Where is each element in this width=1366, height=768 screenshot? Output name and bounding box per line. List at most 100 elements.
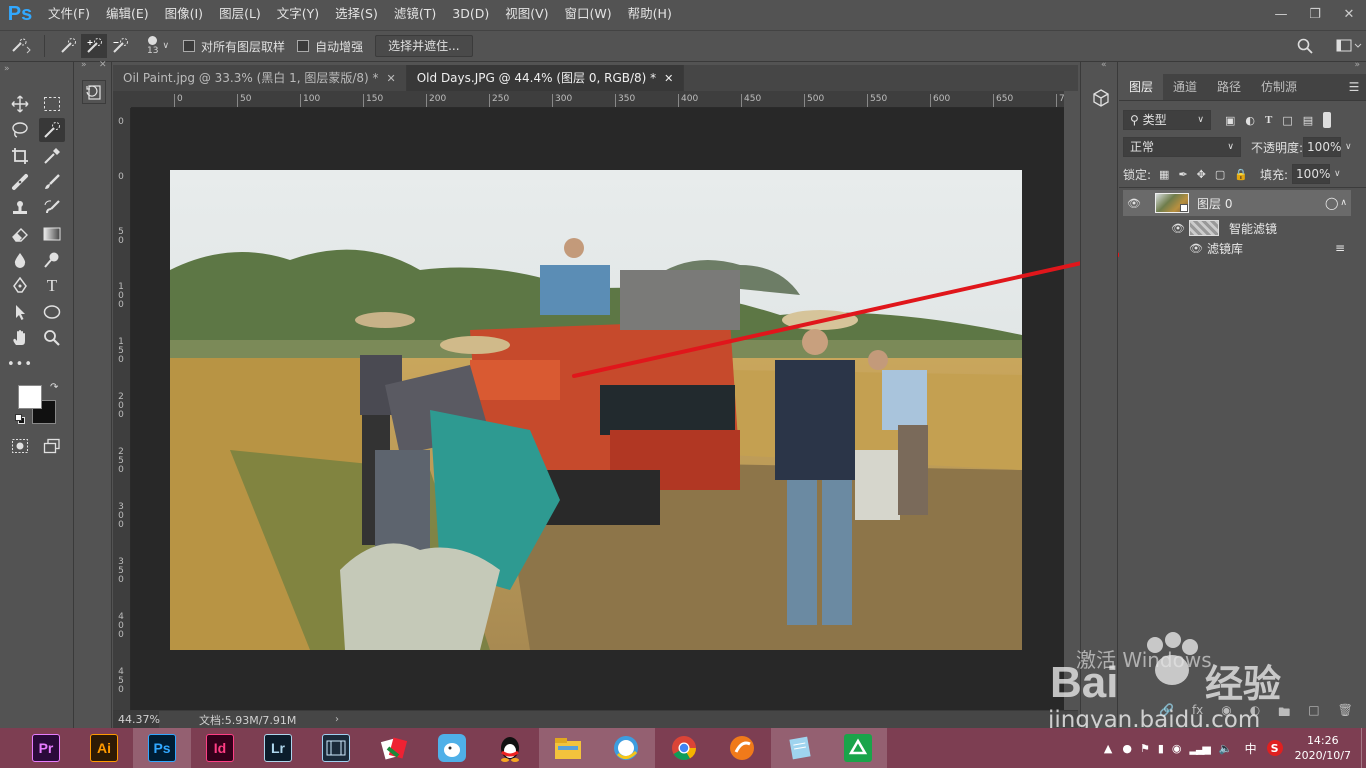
default-colors-icon[interactable] [15,414,25,424]
restore-button[interactable]: ❐ [1298,3,1332,25]
sample-all-layers-checkbox[interactable] [183,40,196,52]
layer-row-layer0[interactable]: 👁 图层 0 ◯ ∧ [1123,190,1351,216]
adjustment-filter-icon[interactable]: ◐ [1245,114,1255,127]
select-and-mask-button[interactable]: 选择并遮住... [375,35,473,57]
fill-input[interactable]: 100% [1292,164,1330,184]
qq-tray-icon[interactable]: ● [1122,742,1132,755]
tab-paths[interactable]: 路径 [1207,74,1251,100]
sogou-icon[interactable]: S [1266,740,1283,756]
vertical-ruler[interactable]: 0 0 5 0 1 0 0 1 5 0 2 0 0 2 5 0 3 0 0 3 5 0 4 0 0… [113,108,131,710]
panel-expand-icon[interactable]: » [1354,60,1360,70]
layer-name[interactable]: 图层 0 [1197,195,1232,212]
blend-mode-select[interactable]: 正常 ∨ [1123,137,1241,157]
menu-item-4[interactable]: 文字(Y) [269,0,327,28]
menu-item-10[interactable]: 帮助(H) [620,0,680,28]
battery-icon[interactable]: ▮ [1158,742,1164,755]
collapse-icon[interactable]: » [4,64,10,74]
visibility-eye-icon[interactable]: 👁 [1123,197,1145,210]
lock-image-icon[interactable]: ✒ [1178,168,1187,181]
eraser-tool[interactable] [7,222,33,246]
taskbar-browser-360[interactable] [597,728,655,768]
taskbar-premiere[interactable]: Pr [17,728,75,768]
lasso-tool[interactable] [7,118,33,142]
tab-oil-paint[interactable]: Oil Paint.jpg @ 33.3% (黑白 1, 图层蒙版/8) * ✕ [113,65,407,91]
tab-channels[interactable]: 通道 [1163,74,1207,100]
more-tools-button[interactable]: ••• [7,352,33,376]
zoom-level[interactable]: 44.37% [113,711,160,728]
visibility-eye-icon[interactable]: 👁 [1185,242,1207,255]
pen-tool[interactable] [7,274,33,298]
smart-object-filter-icon[interactable]: ▤ [1303,114,1313,127]
taskbar-notepad[interactable] [771,728,829,768]
type-tool[interactable]: T [39,274,65,298]
fx-icon[interactable]: fx [1192,703,1203,724]
hand-tool[interactable] [7,326,33,350]
taskbar-qq[interactable] [481,728,539,768]
show-hidden-icons[interactable]: ▲ [1104,742,1112,755]
collapse-icon[interactable]: « [1101,60,1107,70]
history-brush-tool[interactable] [39,196,65,220]
tab-clone-source[interactable]: 仿制源 [1251,74,1307,100]
gradient-tool[interactable] [39,222,65,246]
new-selection-button[interactable] [55,34,81,58]
opacity-input[interactable]: 100% [1303,137,1341,157]
menu-item-3[interactable]: 图层(L) [211,0,269,28]
new-layer-icon[interactable]: □ [1308,703,1319,724]
menu-item-5[interactable]: 选择(S) [327,0,386,28]
status-menu-icon[interactable]: › [335,714,339,725]
tray-app-icon[interactable]: ◉ [1172,742,1182,755]
search-button[interactable] [1292,34,1318,58]
foreground-color-swatch[interactable] [18,385,42,409]
ellipse-tool[interactable] [39,300,65,324]
layer-kind-filter[interactable]: ⚲ 类型 ∨ [1123,110,1211,130]
close-button[interactable]: ✕ [1332,3,1366,25]
3d-panel-button[interactable] [1089,86,1113,110]
chevron-down-icon[interactable]: ∨ [1345,142,1352,152]
screen-mode-button[interactable] [39,434,65,458]
taskbar-app-bird[interactable] [423,728,481,768]
marquee-tool[interactable] [39,92,65,116]
link-icon[interactable]: 🔗 [1159,703,1174,724]
menu-item-6[interactable]: 滤镜(T) [386,0,444,28]
taskbar-indesign[interactable]: Id [191,728,249,768]
history-panel-button[interactable] [82,80,106,104]
menu-item-9[interactable]: 窗口(W) [557,0,620,28]
network-flag-icon[interactable]: ⚑ [1140,742,1150,755]
taskbar-green-app[interactable] [829,728,887,768]
clone-stamp-tool[interactable] [7,196,33,220]
menu-item-0[interactable]: 文件(F) [40,0,98,28]
subtract-selection-button[interactable] [107,34,133,58]
brush-size-picker[interactable]: 13 ∨ [147,36,169,56]
lock-all-icon[interactable]: 🔒 [1234,168,1248,181]
move-tool[interactable] [7,92,33,116]
pixel-filter-icon[interactable]: ▣ [1225,114,1235,127]
lock-transparent-icon[interactable]: ▦ [1159,168,1169,181]
chevron-icon[interactable]: ∧ [1340,198,1347,208]
lock-position-icon[interactable]: ✥ [1197,168,1206,181]
path-selection-tool[interactable] [7,300,33,324]
wifi-signal-icon[interactable]: ▂▃▅ [1189,742,1210,755]
taskbar-file-explorer[interactable] [539,728,597,768]
taskbar-app-cards[interactable] [365,728,423,768]
visibility-eye-icon[interactable]: 👁 [1167,222,1189,235]
close-panel-icon[interactable]: ✕ [99,60,107,70]
filter-toggle[interactable] [1323,112,1332,128]
workspace-switcher[interactable] [1332,34,1366,58]
trash-icon[interactable]: 🗑 [1338,703,1353,724]
taskbar-photoshop[interactable]: Ps [133,728,191,768]
taskbar-video-editor[interactable] [307,728,365,768]
close-icon[interactable]: ✕ [387,72,396,85]
menu-item-8[interactable]: 视图(V) [497,0,556,28]
menu-item-7[interactable]: 3D(D) [444,0,497,28]
quick-selection-tool[interactable] [39,118,65,142]
brush-tool[interactable] [39,170,65,194]
add-selection-button[interactable] [81,34,107,58]
crop-tool[interactable] [7,144,33,168]
ime-indicator[interactable]: 中 [1245,740,1257,757]
tab-old-days[interactable]: Old Days.JPG @ 44.4% (图层 0, RGB/8) * ✕ [406,65,685,91]
group-icon[interactable]: 🖿 [1278,703,1290,724]
zoom-tool[interactable] [39,326,65,350]
menu-item-1[interactable]: 编辑(E) [98,0,157,28]
tool-preset-picker[interactable] [8,34,34,58]
eyedropper-tool[interactable] [39,144,65,168]
